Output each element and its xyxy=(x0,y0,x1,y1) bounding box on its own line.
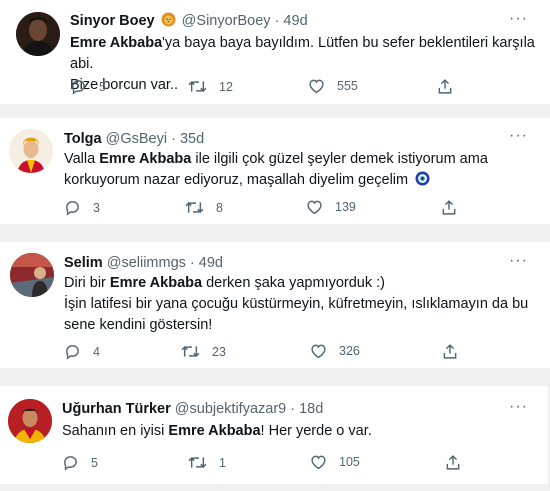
like-count: 326 xyxy=(339,344,360,358)
mention-bold: Emre Akbaba xyxy=(99,151,192,167)
like-count: 105 xyxy=(339,455,360,469)
nazar-amulet-icon xyxy=(415,171,430,186)
retweet-button[interactable]: 12 xyxy=(188,78,233,95)
retweet-icon xyxy=(188,78,207,95)
more-options-icon[interactable]: ··· xyxy=(509,253,528,269)
like-button[interactable]: 555 xyxy=(308,78,358,94)
tweet-text: Emre Akbaba'ya baya baya bayıldım. Lütfe… xyxy=(70,33,550,75)
tweet-card[interactable]: Uğurhan Türker @subjektifyazar9 · 18d ··… xyxy=(0,386,548,484)
author-name[interactable]: Uğurhan Türker xyxy=(62,401,171,417)
reply-icon xyxy=(70,78,87,95)
reply-button[interactable]: 5 xyxy=(70,78,106,95)
avatar[interactable] xyxy=(10,253,54,297)
mention-bold: Emre Akbaba xyxy=(109,275,203,291)
reply-count: 3 xyxy=(93,200,100,215)
reply-icon xyxy=(64,199,81,216)
avatar[interactable] xyxy=(16,12,60,56)
reply-button[interactable]: 4 xyxy=(64,343,100,360)
tweet-text-line: korkuyorum nazar ediyoruz, maşallah diye… xyxy=(64,170,488,191)
more-options-icon[interactable]: ··· xyxy=(509,128,528,144)
tweet-time[interactable]: · 18d xyxy=(290,401,323,417)
tweet-text-part: Diri bir xyxy=(64,275,110,291)
reply-count: 5 xyxy=(99,79,106,94)
retweet-button[interactable]: 23 xyxy=(181,343,226,360)
tweet-text-line: sene kendini göstersin! xyxy=(64,317,213,333)
retweet-count: 12 xyxy=(219,79,233,94)
like-button[interactable]: 139 xyxy=(306,199,356,215)
reply-button[interactable]: 3 xyxy=(64,199,100,216)
author-handle[interactable]: @SinyorBoey xyxy=(182,13,271,29)
heart-icon xyxy=(310,454,327,470)
tweet-text: Diri bir Emre Akbaba derken şaka yapmıyo… xyxy=(64,273,528,294)
author-handle[interactable]: @GsBeyi xyxy=(106,131,167,147)
retweet-button[interactable]: 1 xyxy=(188,454,226,471)
like-button[interactable]: 326 xyxy=(310,343,360,359)
retweet-icon xyxy=(188,454,207,471)
share-button[interactable] xyxy=(441,199,457,216)
avatar[interactable] xyxy=(8,399,52,443)
retweet-count: 1 xyxy=(219,455,226,470)
tweet-text-part: Sahanın en iyisi xyxy=(62,423,169,439)
avatar[interactable] xyxy=(9,129,53,173)
retweet-count: 8 xyxy=(216,200,223,215)
tweet-text: Sahanın en iyisi Emre Akbaba! Her yerde … xyxy=(62,421,372,442)
reply-icon xyxy=(62,454,79,471)
heart-icon xyxy=(306,199,323,215)
tweet-text: Valla Emre Akbaba ile ilgili çok güzel ş… xyxy=(64,149,488,170)
reply-icon xyxy=(64,343,81,360)
author-handle[interactable]: @seliimmgs xyxy=(107,255,186,271)
like-count: 555 xyxy=(337,79,358,93)
share-button[interactable] xyxy=(445,454,461,471)
heart-icon xyxy=(308,78,325,94)
more-options-icon[interactable]: ··· xyxy=(509,11,528,27)
tweet-text-part: Valla xyxy=(64,151,100,167)
share-icon xyxy=(445,454,461,471)
tweet-text-part: derken şaka yapmıyorduk :) xyxy=(202,275,386,291)
author-handle[interactable]: @subjektifyazar9 xyxy=(175,401,286,417)
mention-bold: Emre Akbaba xyxy=(168,423,261,439)
tweet-time[interactable]: · 49d xyxy=(190,255,223,271)
tweet-text-part: ile ilgili çok güzel şeyler demek istiyo… xyxy=(191,151,488,167)
heart-icon xyxy=(310,343,327,359)
reply-count: 4 xyxy=(93,344,100,359)
more-options-icon[interactable]: ··· xyxy=(509,399,528,415)
tweet-card[interactable]: Tolga @GsBeyi · 35d ··· Valla Emre Akbab… xyxy=(0,118,550,224)
tweet-card[interactable]: Sinyor Boey @SinyorBoey · 49d ··· Emre A… xyxy=(0,0,550,104)
tweet-time[interactable]: · 35d xyxy=(171,131,204,147)
lion-emoji-icon xyxy=(161,12,176,27)
tweet-time[interactable]: · 49d xyxy=(275,13,308,29)
retweet-button[interactable]: 8 xyxy=(185,199,223,216)
tweet-text-line: İşin latifesi bir yana çocuğu küstürmeyi… xyxy=(64,296,529,312)
author-name[interactable]: Sinyor Boey xyxy=(70,13,155,29)
tweet-text-part: ! Her yerde o var. xyxy=(260,423,372,439)
mention-bold: Emre Akbaba xyxy=(70,35,163,51)
reply-button[interactable]: 5 xyxy=(62,454,98,471)
like-button[interactable]: 105 xyxy=(310,454,360,470)
share-icon xyxy=(442,343,458,360)
share-button[interactable] xyxy=(437,78,453,95)
share-button[interactable] xyxy=(442,343,458,360)
retweet-icon xyxy=(181,343,200,360)
author-name[interactable]: Selim xyxy=(64,255,103,271)
like-count: 139 xyxy=(335,200,356,214)
share-icon xyxy=(441,199,457,216)
tweet-card[interactable]: Selim @seliimmgs · 49d ··· Diri bir Emre… xyxy=(0,242,550,368)
retweet-icon xyxy=(185,199,204,216)
author-name[interactable]: Tolga xyxy=(64,131,102,147)
share-icon xyxy=(437,78,453,95)
retweet-count: 23 xyxy=(212,344,226,359)
reply-count: 5 xyxy=(91,455,98,470)
tweet-text-part: korkuyorum nazar ediyoruz, maşallah diye… xyxy=(64,172,409,188)
